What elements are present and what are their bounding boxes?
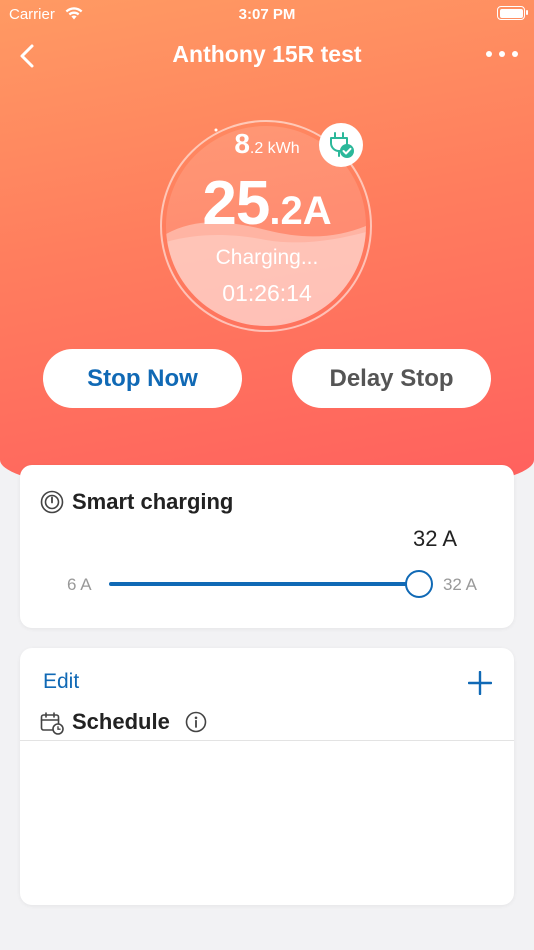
- clock: 3:07 PM: [238, 6, 296, 23]
- slider-track[interactable]: [109, 582, 419, 586]
- plus-icon[interactable]: [468, 671, 492, 695]
- energy-unit: .2 kWh: [249, 140, 300, 157]
- schedule-title: Schedule: [72, 709, 170, 734]
- energy-readout: 8.2 kWh: [0, 128, 534, 160]
- delay-stop-button[interactable]: Delay Stop: [292, 349, 491, 408]
- schedule-card: Edit Schedule: [20, 648, 514, 905]
- charging-timer: 01:26:14: [222, 280, 312, 306]
- status-bar: Carrier 3:07 PM: [0, 0, 534, 28]
- schedule-header: Schedule: [40, 708, 340, 736]
- plug-check-icon: [319, 123, 363, 167]
- current-limit-value: 32 A: [412, 526, 457, 551]
- current-value: 25: [202, 169, 270, 238]
- battery-icon: [497, 6, 528, 20]
- slider-handle[interactable]: [405, 570, 433, 598]
- current-readout: 25.2A: [0, 168, 534, 239]
- smart-charging-title: Smart charging: [72, 489, 234, 514]
- info-icon[interactable]: [185, 711, 207, 733]
- edit-schedule-button[interactable]: Edit: [43, 670, 79, 694]
- energy-value: 8: [234, 128, 250, 159]
- slider-max-label: 32 A: [442, 575, 477, 594]
- smart-charge-icon: [40, 490, 64, 514]
- current-limit-slider[interactable]: 6 A 32 A: [67, 569, 487, 599]
- more-horizontal-icon[interactable]: [484, 44, 520, 64]
- charging-status: Charging...: [215, 246, 319, 269]
- nav-bar: Anthony 15R test: [0, 36, 534, 76]
- page-title: Anthony 15R test: [172, 41, 362, 67]
- current-unit: .2A: [269, 189, 332, 233]
- calendar-clock-icon: [40, 712, 64, 735]
- stop-now-button[interactable]: Stop Now: [43, 349, 242, 408]
- smart-charging-card: Smart charging 32 A 6 A 32 A: [20, 465, 514, 628]
- schedule-divider: [20, 740, 514, 741]
- slider-min-label: 6 A: [67, 575, 92, 594]
